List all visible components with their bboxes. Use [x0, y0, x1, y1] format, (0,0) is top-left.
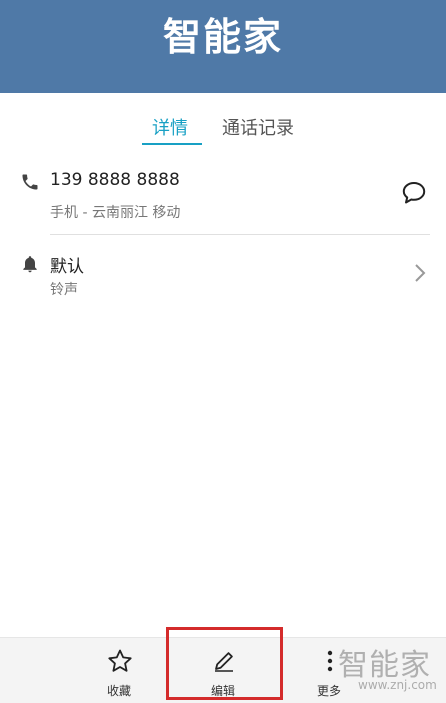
phone-number[interactable]: 139 8888 8888 — [50, 170, 180, 190]
active-tab-indicator — [142, 143, 202, 145]
tab-bar: 详情 通话记录 — [0, 108, 446, 145]
chevron-right-icon[interactable] — [412, 262, 428, 284]
app-header: 智能家 — [0, 0, 446, 93]
watermark-url: www.znj.com — [358, 678, 437, 692]
tab-call-log[interactable]: 通话记录 — [222, 114, 294, 140]
row-divider — [50, 234, 430, 235]
ringtone-value: 默认 — [50, 257, 84, 277]
contact-name-title: 智能家 — [162, 15, 283, 59]
phone-detail: 手机 - 云南丽江 移动 — [50, 205, 181, 221]
star-icon — [108, 649, 132, 672]
bell-icon — [23, 256, 37, 273]
favorite-button[interactable]: 收藏 — [79, 638, 159, 703]
ringtone-row[interactable]: 默认 铃声 — [0, 248, 446, 308]
ringtone-label: 铃声 — [50, 282, 78, 298]
message-icon[interactable] — [400, 179, 428, 207]
favorite-label: 收藏 — [106, 684, 131, 698]
tab-details[interactable]: 详情 — [152, 114, 188, 140]
watermark: 智能家 www.znj.com — [332, 640, 444, 700]
phone-icon — [22, 174, 38, 190]
edit-highlight-box — [166, 627, 283, 700]
phone-row[interactable]: 139 8888 8888 手机 - 云南丽江 移动 — [0, 166, 446, 234]
